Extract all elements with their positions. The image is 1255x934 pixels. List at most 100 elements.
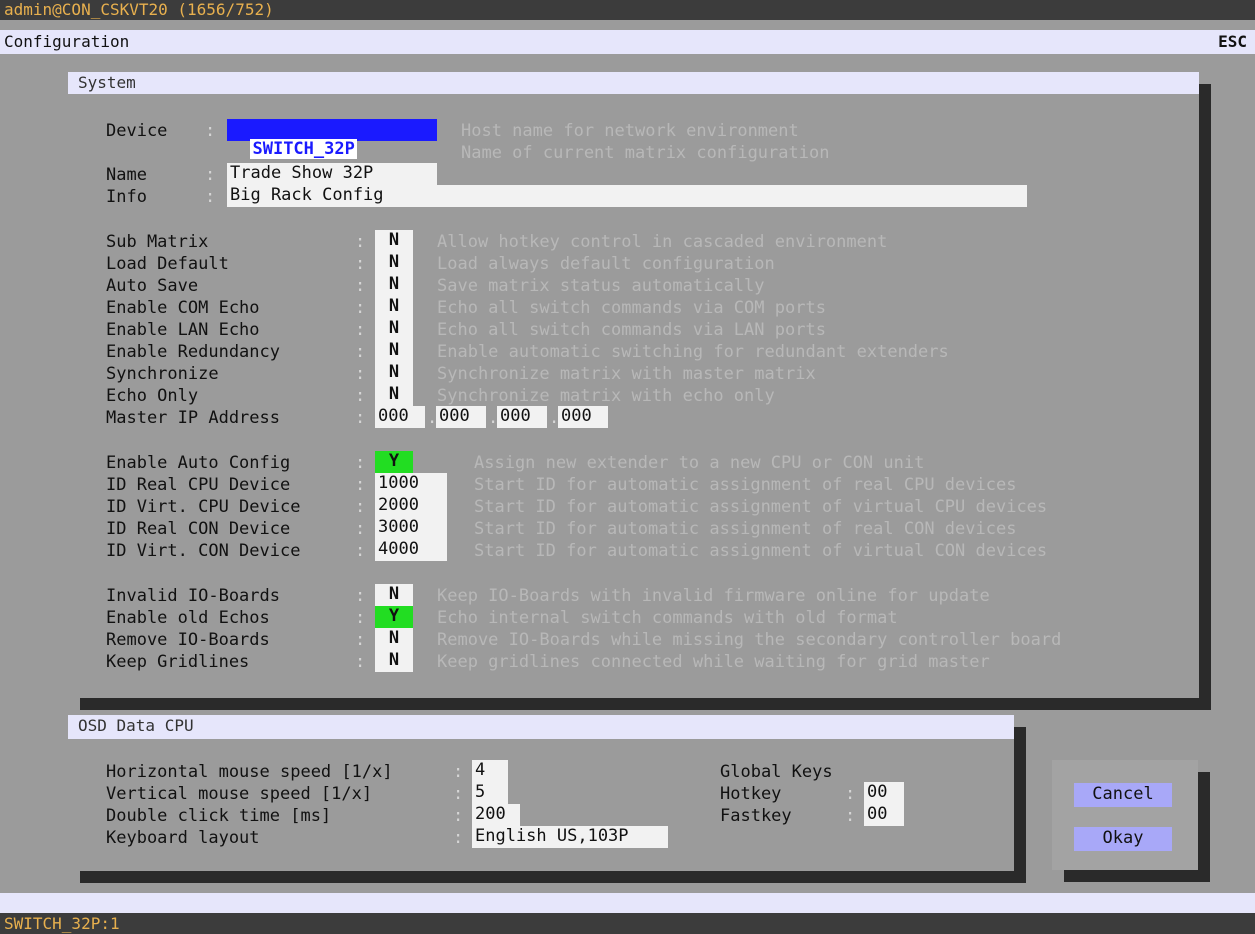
id-label: ID Virt. CON Device: [106, 541, 301, 561]
device-help: Host name for network environment: [461, 121, 799, 141]
id-field[interactable]: 3000: [375, 517, 447, 539]
osd-field[interactable]: 5: [472, 782, 508, 804]
id-field[interactable]: 2000: [375, 495, 447, 517]
colon: :: [355, 652, 366, 672]
master-ip-label: Master IP Address: [106, 408, 280, 428]
flag-toggle[interactable]: N: [375, 296, 413, 318]
device-label: Device: [106, 121, 168, 141]
status-bar: SWITCH_32P:1: [0, 913, 1255, 934]
colon: :: [355, 541, 366, 561]
master-ip-octet-1[interactable]: 000: [375, 406, 425, 428]
flag-help: Echo all switch commands via LAN ports: [437, 320, 826, 340]
board-toggle[interactable]: Y: [375, 606, 413, 628]
id-help: Start ID for automatic assignment of rea…: [474, 475, 1017, 495]
title-bar: admin@CON_CSKVT20 (1656/752): [0, 0, 1255, 20]
device-value: SWITCH_32P: [250, 139, 357, 159]
colon: :: [355, 475, 366, 495]
flag-help: Load always default configuration: [437, 254, 775, 274]
osd-field[interactable]: English US,103P: [472, 826, 668, 848]
colon: :: [355, 232, 366, 252]
flag-toggle[interactable]: N: [375, 274, 413, 296]
board-toggle[interactable]: N: [375, 628, 413, 650]
system-heading: System: [78, 73, 136, 92]
board-toggle[interactable]: N: [375, 584, 413, 606]
auto-config-help: Assign new extender to a new CPU or CON …: [474, 453, 925, 473]
window-title: admin@CON_CSKVT20 (1656/752): [4, 0, 274, 19]
board-help: Keep gridlines connected while waiting f…: [437, 652, 990, 672]
osd-label: Double click time [ms]: [106, 806, 332, 826]
colon: :: [355, 630, 366, 650]
device-field[interactable]: SWITCH_32P: [227, 119, 437, 159]
flag-toggle[interactable]: N: [375, 318, 413, 340]
flag-toggle[interactable]: N: [375, 252, 413, 274]
colon: :: [355, 386, 366, 406]
colon: :: [845, 806, 856, 826]
master-ip-octet-4[interactable]: 000: [558, 406, 608, 428]
flag-toggle[interactable]: N: [375, 230, 413, 252]
colon: :: [453, 806, 464, 826]
osd-label: Keyboard layout: [106, 828, 260, 848]
colon: :: [453, 762, 464, 782]
board-toggle[interactable]: N: [375, 650, 413, 672]
id-label: ID Real CON Device: [106, 519, 291, 539]
osd-heading: OSD Data CPU: [78, 716, 194, 735]
colon: :: [453, 828, 464, 848]
status-text: SWITCH_32P:1: [4, 914, 120, 933]
flag-label: Load Default: [106, 254, 229, 274]
esc-button[interactable]: ESC: [1218, 31, 1247, 53]
hotkey-label: Hotkey: [720, 784, 782, 804]
colon: :: [355, 364, 366, 384]
id-field[interactable]: 4000: [375, 539, 447, 561]
id-label: ID Virt. CPU Device: [106, 497, 301, 517]
colon: :: [355, 608, 366, 628]
button-panel: [1052, 760, 1198, 870]
id-help: Start ID for automatic assignment of rea…: [474, 519, 1017, 539]
flag-help: Synchronize matrix with echo only: [437, 386, 775, 406]
colon: :: [355, 586, 366, 606]
master-ip-octet-3[interactable]: 000: [497, 406, 547, 428]
osd-field[interactable]: 200: [472, 804, 520, 826]
osd-panel-header: OSD Data CPU: [68, 715, 1014, 739]
bottom-bar: [0, 893, 1255, 913]
board-label: Remove IO-Boards: [106, 630, 270, 650]
fastkey-field[interactable]: 00: [864, 804, 904, 826]
board-label: Keep Gridlines: [106, 652, 250, 672]
auto-config-toggle[interactable]: Y: [375, 451, 413, 473]
colon: :: [205, 121, 216, 141]
colon: :: [355, 519, 366, 539]
colon: :: [453, 784, 464, 804]
colon: :: [355, 497, 366, 517]
info-label: Info: [106, 187, 147, 207]
colon: :: [355, 254, 366, 274]
flag-help: Save matrix status automatically: [437, 276, 765, 296]
info-field[interactable]: Big Rack Config: [227, 185, 1027, 207]
colon: :: [355, 276, 366, 296]
hotkey-field[interactable]: 00: [864, 782, 904, 804]
board-label: Invalid IO-Boards: [106, 586, 280, 606]
colon: :: [845, 784, 856, 804]
menu-title: Configuration: [4, 32, 130, 51]
name-help: Name of current matrix configuration: [461, 143, 830, 163]
flag-help: Synchronize matrix with master matrix: [437, 364, 816, 384]
flag-label: Enable LAN Echo: [106, 320, 260, 340]
okay-button[interactable]: Okay: [1074, 827, 1172, 851]
osd-label: Horizontal mouse speed [1/x]: [106, 762, 393, 782]
flag-toggle[interactable]: N: [375, 340, 413, 362]
flag-toggle[interactable]: N: [375, 384, 413, 406]
flag-toggle[interactable]: N: [375, 362, 413, 384]
flag-help: Enable automatic switching for redundant…: [437, 342, 949, 362]
osd-field[interactable]: 4: [472, 760, 508, 782]
colon: :: [355, 320, 366, 340]
board-label: Enable old Echos: [106, 608, 270, 628]
id-field[interactable]: 1000: [375, 473, 447, 495]
master-ip-octet-2[interactable]: 000: [436, 406, 486, 428]
board-help: Echo internal switch commands with old f…: [437, 608, 898, 628]
flag-label: Synchronize: [106, 364, 219, 384]
name-label: Name: [106, 165, 147, 185]
menu-bar: Configuration ESC: [0, 30, 1255, 54]
name-field[interactable]: Trade Show 32P: [227, 163, 437, 185]
cancel-button[interactable]: Cancel: [1074, 783, 1172, 807]
colon: :: [355, 298, 366, 318]
colon: :: [355, 342, 366, 362]
colon: :: [205, 165, 216, 185]
